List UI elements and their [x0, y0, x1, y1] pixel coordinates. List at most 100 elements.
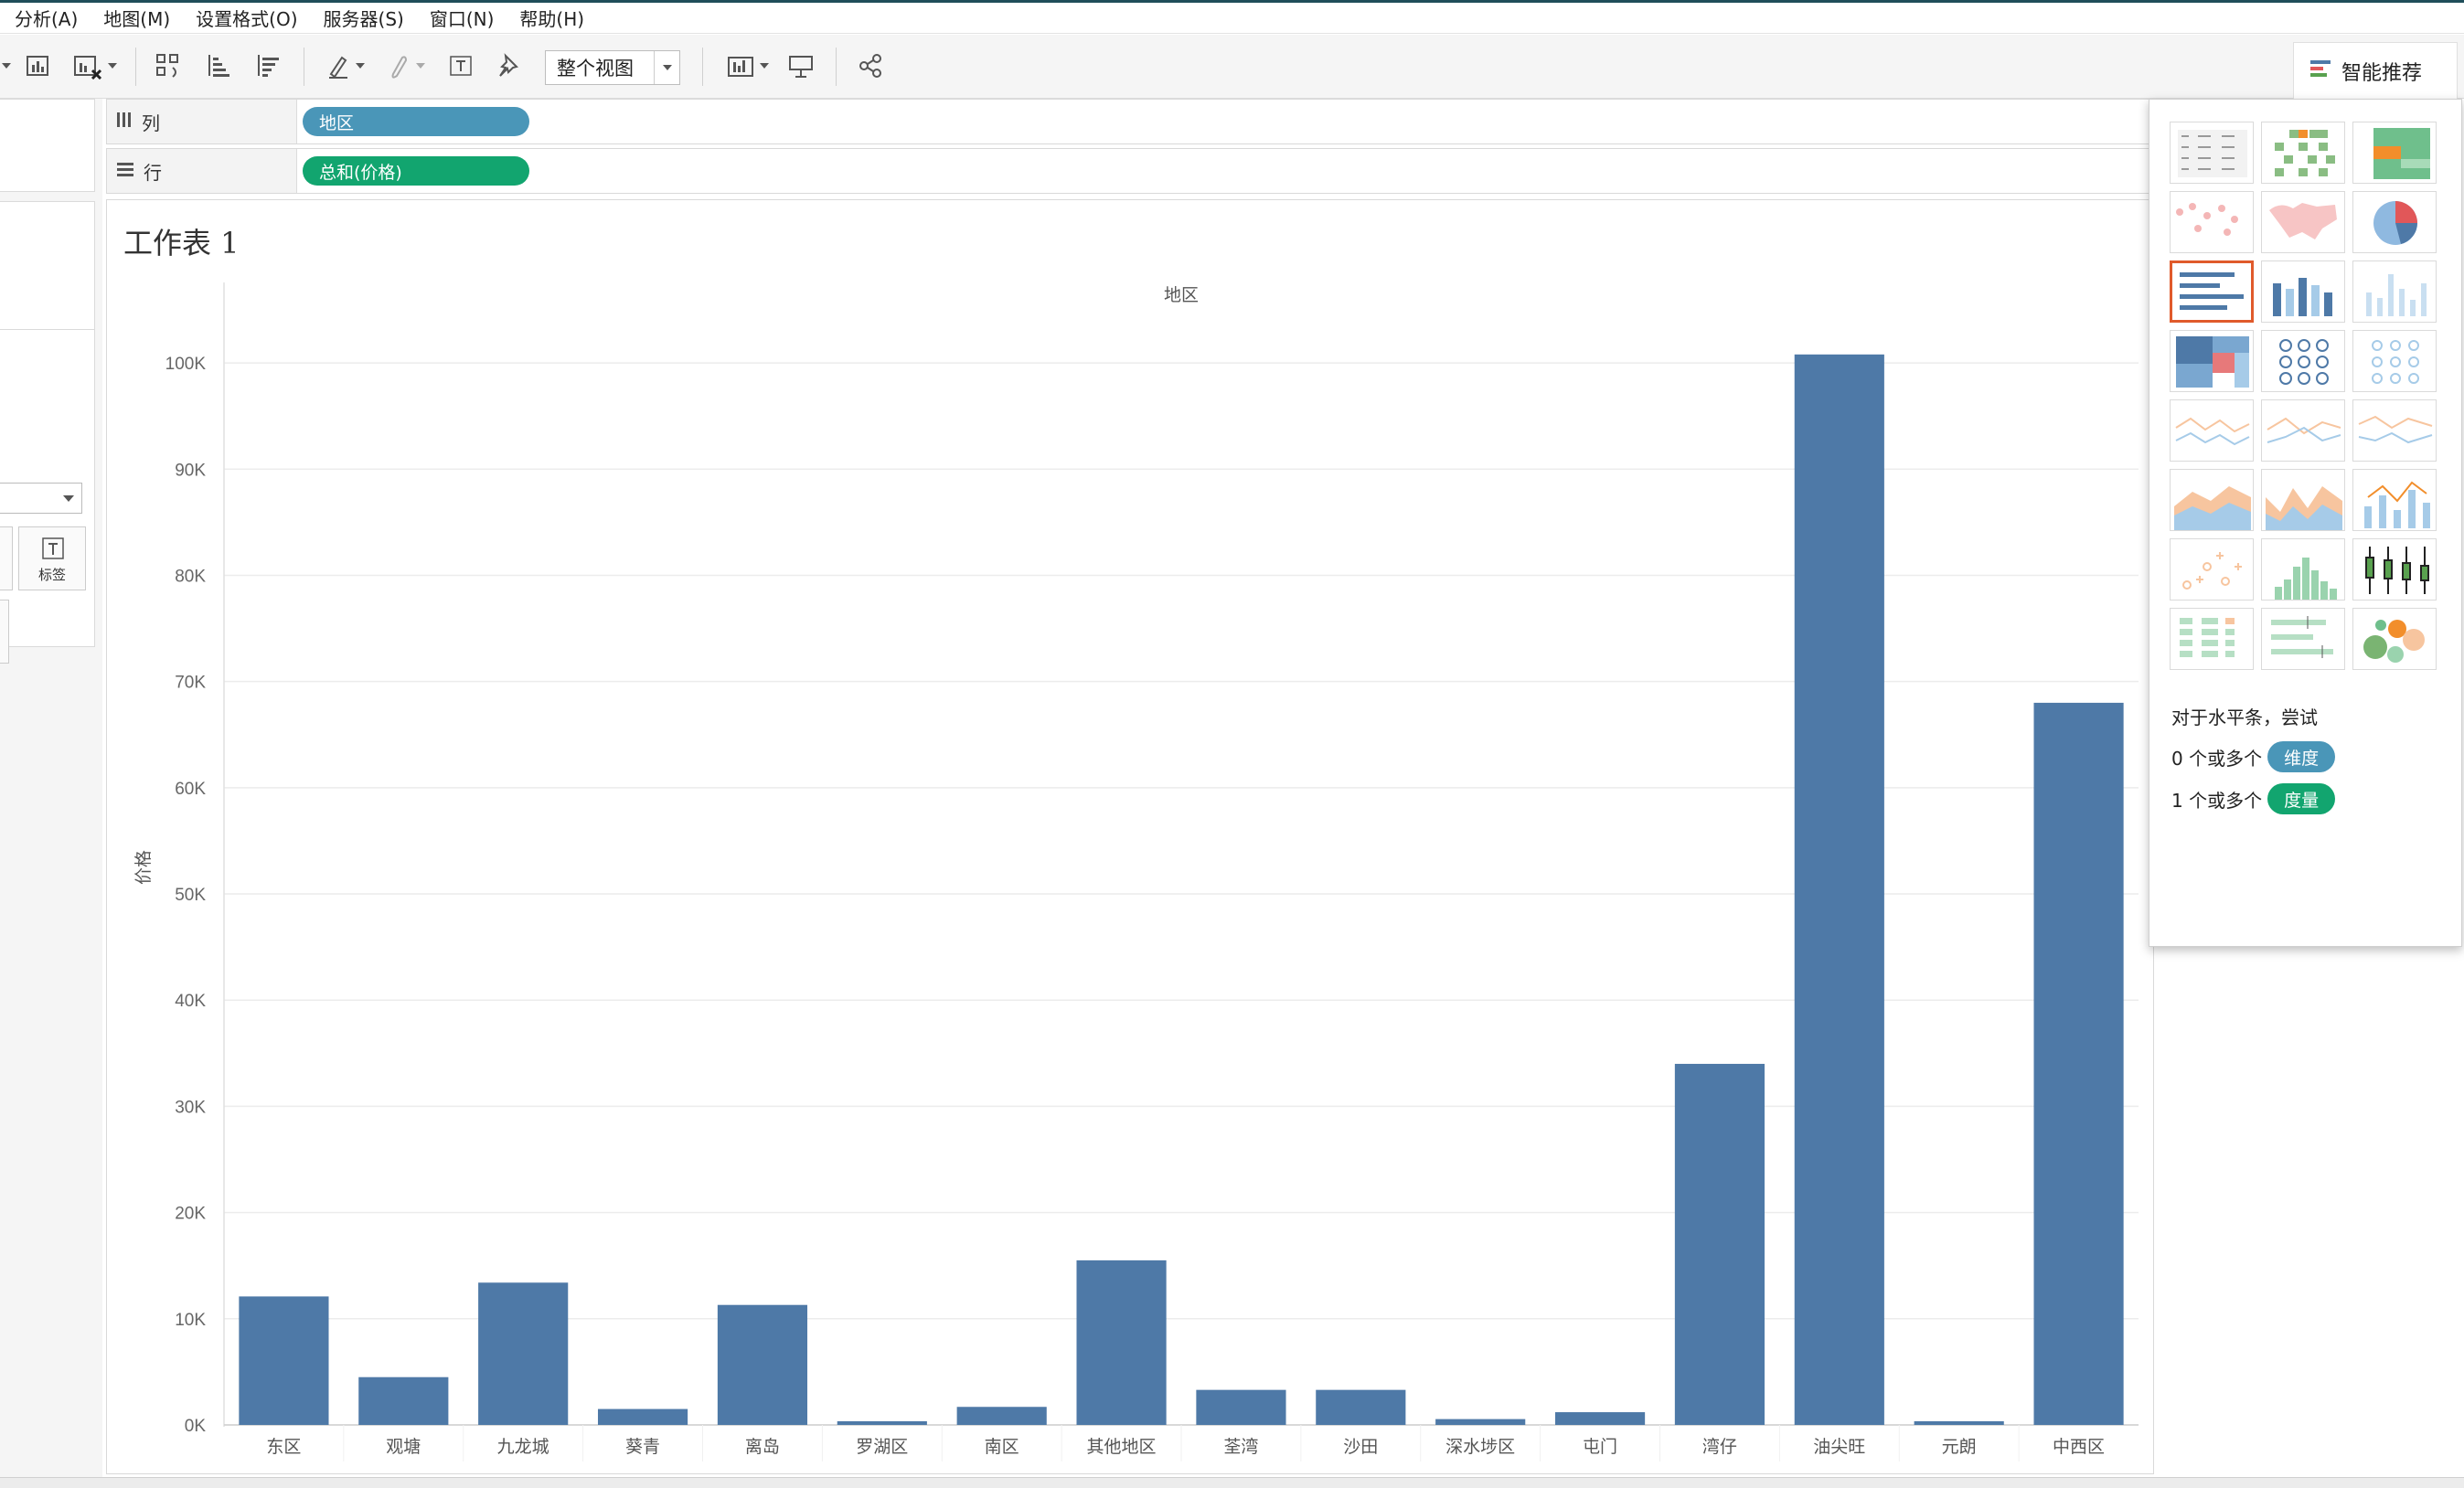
menu-analysis[interactable]: 分析(A) [0, 5, 91, 31]
sheet-tabs-strip [0, 1477, 2464, 1488]
x-tick-label: 屯门 [1583, 1437, 1617, 1457]
x-tick-label: 东区 [266, 1437, 301, 1457]
chevron-down-icon [654, 51, 679, 84]
sort-descending-icon[interactable] [249, 49, 285, 82]
show-me-histogram-icon[interactable] [2261, 538, 2345, 601]
hint-dimension-row: 0 个或多个 维度 [2171, 741, 2336, 772]
show-me-circle-view-icon[interactable] [2261, 330, 2345, 392]
show-me-treemap-icon[interactable] [2170, 330, 2254, 392]
y-tick-label: 10K [175, 1311, 206, 1330]
new-worksheet-icon[interactable] [20, 49, 57, 82]
mark-type-select[interactable] [0, 483, 82, 514]
worksheet-view: 工作表 1 地区 0K 10K 20K 30K 40K 50K 60K 70K 80K 90K 100… [106, 199, 2154, 1474]
menu-bar: 分析(A) 地图(M) 设置格式(O) 服务器(S) 窗口(N) 帮助(H) [0, 3, 2464, 34]
bar [1196, 1389, 1286, 1425]
show-cards-icon[interactable] [719, 49, 775, 82]
sort-ascending-icon[interactable] [199, 49, 236, 82]
pin-axes-icon[interactable] [490, 49, 527, 82]
show-me-gantt-chart-icon[interactable] [2170, 608, 2254, 670]
show-me-text-table-icon[interactable] [2170, 122, 2254, 184]
show-me-symbol-map-icon[interactable] [2170, 191, 2254, 253]
share-icon[interactable] [852, 49, 889, 82]
rows-label-text: 行 [144, 161, 162, 184]
show-me-pie-chart-icon[interactable] [2352, 191, 2437, 253]
show-me-filled-map-icon[interactable] [2261, 191, 2345, 253]
rows-pill-price[interactable]: 总和(价格) [303, 156, 529, 186]
rows-shelf-label: 行 [107, 149, 297, 193]
toolbar-overflow-caret[interactable] [0, 49, 13, 82]
show-me-side-by-side-bars-icon[interactable] [2352, 260, 2437, 323]
x-tick-label: 南区 [985, 1437, 1019, 1457]
bar [239, 1296, 329, 1425]
show-me-hint-title: 对于水平条，尝试 [2171, 707, 2318, 728]
bar [837, 1420, 927, 1425]
show-me-dual-lines-icon[interactable] [2352, 399, 2437, 462]
show-me-horizontal-bars-icon[interactable] [2170, 260, 2254, 323]
group-members-icon[interactable] [380, 49, 430, 82]
hint-measure-prefix: 1 个或多个 [2171, 789, 2263, 812]
x-tick-label: 其他地区 [1087, 1437, 1157, 1457]
show-me-box-whisker-icon[interactable] [2352, 538, 2437, 601]
hint-dimension-tag: 维度 [2267, 741, 2336, 772]
y-tick-label: 100K [165, 355, 207, 374]
rows-shelf[interactable]: 行 总和(价格) [106, 148, 2154, 194]
show-me-area-discrete-icon[interactable] [2261, 469, 2345, 531]
show-me-bullet-graph-icon[interactable] [2261, 608, 2345, 670]
x-tick-label: 元朗 [1942, 1437, 1977, 1457]
highlight-icon[interactable] [320, 49, 369, 82]
y-tick-label: 80K [175, 567, 206, 586]
show-me-area-continuous-icon[interactable] [2170, 469, 2254, 531]
menu-window[interactable]: 窗口(N) [417, 5, 507, 31]
show-me-lines-continuous-icon[interactable] [2170, 399, 2254, 462]
show-me-lines-discrete-icon[interactable] [2261, 399, 2345, 462]
bar-chart: 地区 0K 10K 20K 30K 40K 50K 60K 70K 80K 90K 100K 价格东区 观… [133, 282, 2139, 1461]
columns-shelf[interactable]: 列 地区 [106, 99, 2154, 144]
bar [1914, 1420, 2004, 1425]
show-me-dual-combination-icon[interactable] [2352, 469, 2437, 531]
bar [956, 1407, 1047, 1425]
x-tick-label: 九龙城 [497, 1437, 549, 1457]
show-me-label: 智能推荐 [2341, 61, 2423, 85]
bar [358, 1376, 449, 1425]
x-tick-label: 湾仔 [1702, 1437, 1737, 1457]
x-tick-label: 荃湾 [1223, 1437, 1258, 1457]
show-me-packed-bubbles-icon[interactable] [2352, 608, 2437, 670]
marks-label-text: 标签 [37, 567, 66, 583]
columns-label-text: 列 [142, 112, 160, 134]
swap-rows-columns-icon[interactable] [150, 49, 187, 82]
marks-size-button[interactable] [0, 526, 13, 590]
x-tick-label: 观塘 [386, 1437, 421, 1457]
marks-tooltip-button[interactable] [0, 600, 9, 664]
clear-sheet-icon[interactable] [66, 49, 123, 82]
marks-label-button[interactable]: 标签 [18, 526, 86, 590]
bar [717, 1304, 808, 1425]
show-me-highlight-table-icon[interactable] [2352, 122, 2437, 184]
bar [597, 1408, 688, 1425]
bar [1076, 1259, 1167, 1425]
show-me-heat-map-icon[interactable] [2261, 122, 2345, 184]
show-me-stacked-bars-icon[interactable] [2261, 260, 2345, 323]
show-me-panel: 对于水平条，尝试 0 个或多个 维度 1 个或多个 度量 [2149, 99, 2462, 947]
menu-format[interactable]: 设置格式(O) [183, 5, 310, 31]
x-tick-label: 深水埗区 [1445, 1437, 1515, 1457]
fit-view-select[interactable]: 整个视图 [545, 50, 680, 85]
columns-pill-region[interactable]: 地区 [303, 107, 529, 136]
bar [478, 1282, 569, 1425]
show-me-button[interactable]: 智能推荐 [2293, 42, 2458, 99]
menu-map[interactable]: 地图(M) [91, 5, 183, 31]
show-mark-labels-icon[interactable] [443, 49, 479, 82]
menu-help[interactable]: 帮助(H) [507, 5, 597, 31]
bar [1554, 1412, 1646, 1425]
bar [1674, 1063, 1765, 1425]
show-me-side-by-side-circles-icon[interactable] [2352, 330, 2437, 392]
bar [2033, 702, 2124, 1425]
presentation-mode-icon[interactable] [783, 49, 819, 82]
chart-column-header: 地区 [1164, 285, 1199, 305]
bar [1316, 1389, 1406, 1425]
menu-server[interactable]: 服务器(S) [311, 5, 417, 31]
fit-view-value: 整个视图 [557, 58, 634, 80]
show-me-scatter-plot-icon[interactable] [2170, 538, 2254, 601]
x-tick-label: 中西区 [2053, 1437, 2105, 1457]
y-tick-label: 90K [175, 461, 206, 480]
x-tick-label: 沙田 [1343, 1437, 1378, 1457]
